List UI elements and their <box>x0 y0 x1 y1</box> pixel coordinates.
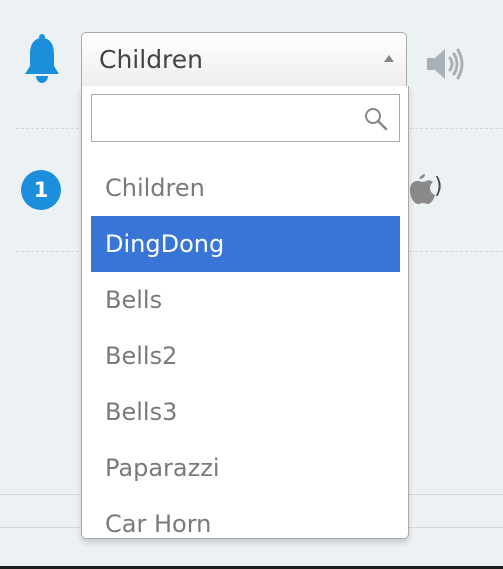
search-input[interactable] <box>92 95 399 141</box>
chevron-up-icon[interactable] <box>384 55 394 62</box>
option-item[interactable]: DingDong <box>91 216 400 272</box>
option-item[interactable]: Bells2 <box>91 328 400 384</box>
option-item[interactable]: Paparazzi <box>91 440 400 496</box>
option-list: Children DingDong Bells Bells2 Bells3 Pa… <box>91 160 400 538</box>
apple-icon <box>410 174 435 204</box>
trailing-text: ) <box>434 174 443 199</box>
bell-icon <box>25 34 59 83</box>
option-item[interactable]: Bells3 <box>91 384 400 440</box>
number-badge: 1 <box>21 170 61 210</box>
search-field[interactable] <box>91 94 400 142</box>
option-item[interactable]: Car Horn <box>91 496 400 538</box>
speaker-icon[interactable] <box>425 45 469 83</box>
option-item[interactable]: Bells <box>91 272 400 328</box>
search-icon <box>365 108 388 131</box>
sound-select[interactable]: Children <box>81 32 407 86</box>
option-item[interactable]: Children <box>91 160 400 216</box>
select-dropdown: Children DingDong Bells Bells2 Bells3 Pa… <box>81 86 409 539</box>
select-value: Children <box>99 45 204 74</box>
